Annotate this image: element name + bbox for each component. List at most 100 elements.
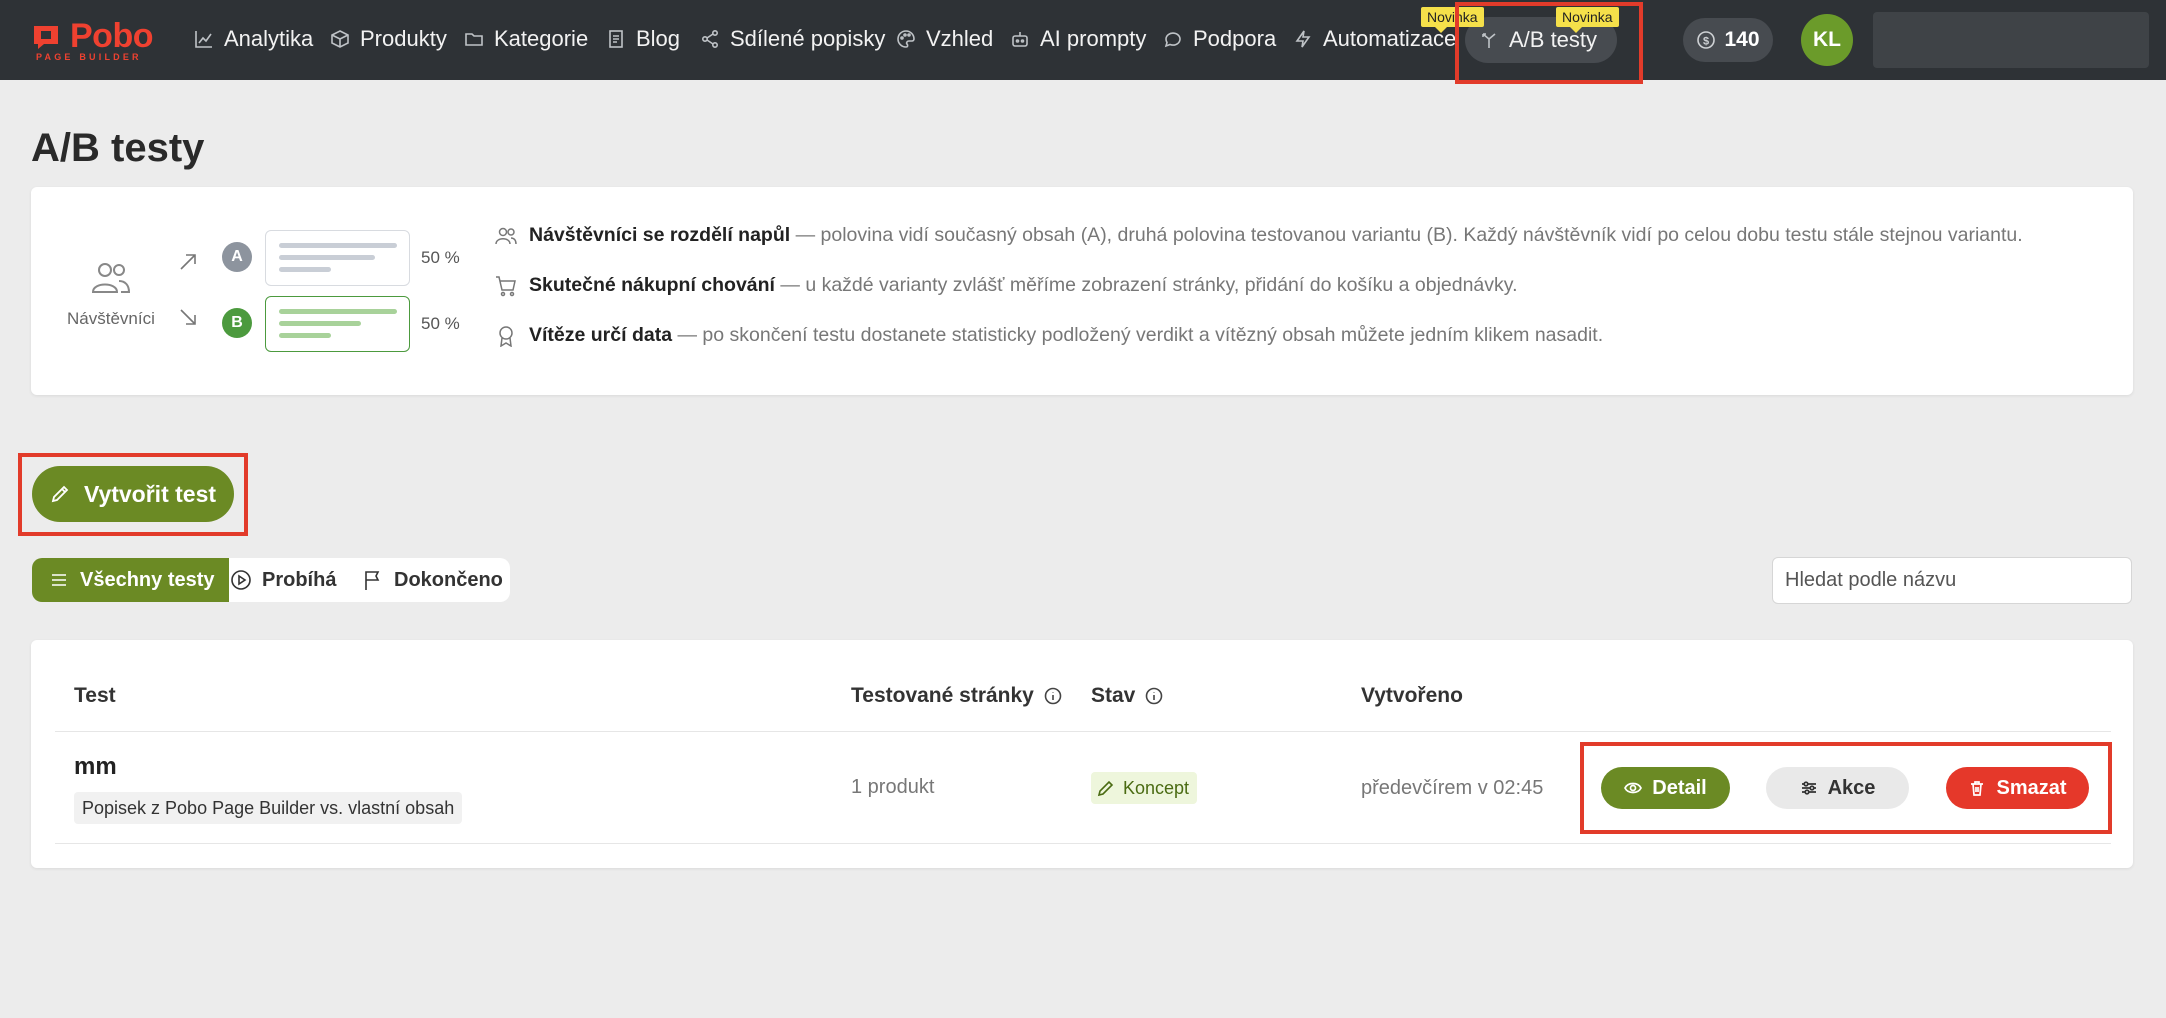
user-avatar[interactable]: KL bbox=[1801, 14, 1853, 66]
variant-b-preview bbox=[265, 296, 410, 352]
info-row-split: Návštěvníci se rozdělí napůl — polovina … bbox=[495, 224, 2023, 247]
variant-a-percent: 50 % bbox=[421, 248, 460, 267]
chat-bubble-icon bbox=[1164, 32, 1181, 48]
lightning-icon bbox=[1295, 30, 1311, 48]
tab-label: Dokončeno bbox=[394, 568, 503, 591]
delete-button[interactable]: Smazat bbox=[1946, 767, 2089, 809]
delete-label: Smazat bbox=[1996, 776, 2067, 799]
list-icon bbox=[52, 574, 66, 586]
column-header-pages: Testované stránky bbox=[851, 684, 1062, 708]
nav-label: Analytika bbox=[224, 26, 314, 51]
award-icon bbox=[499, 325, 513, 347]
info-desc: — polovina vidí současný obsah (A), druh… bbox=[795, 224, 2023, 246]
info-desc: — po skončení testu dostanete statistick… bbox=[677, 324, 1604, 346]
highlight-ab-testy bbox=[1455, 2, 1643, 84]
detail-button[interactable]: Detail bbox=[1601, 767, 1730, 809]
nav-produkty[interactable]: Produkty bbox=[330, 24, 447, 54]
flag-icon bbox=[365, 571, 380, 590]
variant-a-badge: A bbox=[222, 242, 252, 272]
header-label: Stav bbox=[1091, 684, 1136, 707]
pencil-icon bbox=[51, 485, 69, 503]
nav-label: Produkty bbox=[360, 26, 447, 51]
table-divider bbox=[55, 731, 2111, 732]
palette-icon bbox=[897, 30, 915, 48]
nav-label: Sdílené popisky bbox=[730, 26, 886, 51]
created-cell: předevčírem v 02:45 bbox=[1361, 777, 1544, 799]
info-title: Návštěvníci se rozdělí napůl bbox=[529, 224, 791, 246]
box-icon bbox=[331, 30, 349, 48]
detail-label: Detail bbox=[1652, 776, 1707, 799]
column-header-test: Test bbox=[74, 684, 116, 708]
logo-text: Pobo bbox=[70, 17, 153, 55]
trash-icon bbox=[1971, 781, 1984, 796]
coin-icon: $ bbox=[1697, 31, 1716, 49]
arrow-up-right-icon bbox=[180, 254, 196, 270]
page-title: A/B testy bbox=[31, 126, 205, 170]
table-divider bbox=[55, 843, 2111, 844]
visitors-label: Návštěvníci bbox=[67, 309, 155, 328]
credits-value: 140 bbox=[1724, 28, 1760, 51]
header-label: Vytvořeno bbox=[1361, 684, 1463, 707]
create-test-button[interactable]: Vytvořit test bbox=[32, 466, 234, 522]
eye-icon bbox=[1624, 782, 1643, 794]
pobo-logo[interactable]: Pobo PAGE BUILDER bbox=[30, 18, 154, 62]
folder-icon bbox=[465, 33, 483, 46]
robot-icon bbox=[1012, 32, 1028, 47]
nav-label: Vzhled bbox=[926, 26, 994, 51]
nav-blog[interactable]: Blog bbox=[606, 24, 680, 54]
create-test-label: Vytvořit test bbox=[83, 480, 217, 507]
test-description-tag: Popisek z Pobo Page Builder vs. vlastní … bbox=[74, 792, 463, 824]
info-row-behavior: Skutečné nákupní chování — u každé varia… bbox=[495, 274, 1518, 297]
nav-label: Kategorie bbox=[494, 26, 589, 51]
header-label: Testované stránky bbox=[851, 684, 1034, 707]
nav-ai-prompty[interactable]: AI prompty bbox=[1010, 24, 1146, 54]
top-navigation-bar: Pobo PAGE BUILDER Analytika Produkty Kat… bbox=[0, 0, 2166, 80]
header-label: Test bbox=[74, 684, 116, 707]
sliders-icon bbox=[1801, 781, 1816, 795]
document-icon bbox=[609, 30, 623, 48]
nav-analytika[interactable]: Analytika bbox=[194, 24, 313, 54]
variant-b-badge: B bbox=[222, 308, 252, 338]
variant-b-percent: 50 % bbox=[421, 314, 460, 333]
nav-automatizace[interactable]: Automatizace bbox=[1293, 24, 1456, 54]
nav-label: AI prompty bbox=[1040, 26, 1147, 51]
nav-label: Blog bbox=[636, 26, 681, 51]
cart-icon bbox=[496, 275, 516, 296]
chart-line-icon bbox=[195, 31, 212, 48]
tab-done[interactable]: Dokončeno bbox=[362, 558, 503, 602]
logo-mark-icon bbox=[34, 26, 58, 49]
actions-label: Akce bbox=[1827, 776, 1876, 799]
logo-tagline: PAGE BUILDER bbox=[36, 52, 142, 62]
info-icon[interactable] bbox=[1044, 687, 1062, 705]
actions-button[interactable]: Akce bbox=[1766, 767, 1909, 809]
test-name[interactable]: mm bbox=[74, 753, 117, 781]
search-input[interactable] bbox=[1772, 557, 2132, 604]
nav-label: Podpora bbox=[1193, 26, 1277, 51]
column-header-created: Vytvořeno bbox=[1361, 684, 1463, 708]
user-account-box[interactable] bbox=[1873, 12, 2149, 68]
arrow-down-right-icon bbox=[180, 309, 196, 325]
play-circle-icon bbox=[231, 570, 251, 590]
info-row-winner: Vítěze určí data — po skončení testu dos… bbox=[495, 324, 1603, 347]
nav-vzhled[interactable]: Vzhled bbox=[896, 24, 993, 54]
tab-label: Všechny testy bbox=[80, 568, 215, 591]
svg-text:$: $ bbox=[1703, 36, 1709, 48]
nav-podpora[interactable]: Podpora bbox=[1163, 24, 1276, 54]
pencil-icon bbox=[1097, 780, 1114, 797]
filter-tabs: Všechny testy Probíhá Dokončeno bbox=[32, 558, 510, 602]
nav-sdilene-popisky[interactable]: Sdílené popisky bbox=[700, 24, 885, 54]
column-header-status: Stav bbox=[1091, 684, 1163, 708]
tab-all-tests[interactable]: Všechny testy bbox=[32, 558, 229, 602]
nav-kategorie[interactable]: Kategorie bbox=[464, 24, 588, 54]
visitors-icon bbox=[91, 263, 131, 293]
credits-counter[interactable]: $ 140 bbox=[1683, 18, 1773, 62]
variant-a-preview bbox=[265, 230, 410, 286]
tab-running[interactable]: Probíhá bbox=[230, 558, 336, 602]
tested-pages-cell: 1 produkt bbox=[851, 776, 935, 798]
status-label: Koncept bbox=[1123, 777, 1190, 798]
info-title: Skutečné nákupní chování bbox=[529, 274, 775, 296]
info-desc: — u každé varianty zvlášť měříme zobraze… bbox=[780, 274, 1518, 296]
tab-label: Probíhá bbox=[262, 568, 337, 591]
visitors-icon bbox=[495, 227, 517, 244]
info-icon[interactable] bbox=[1145, 687, 1163, 705]
